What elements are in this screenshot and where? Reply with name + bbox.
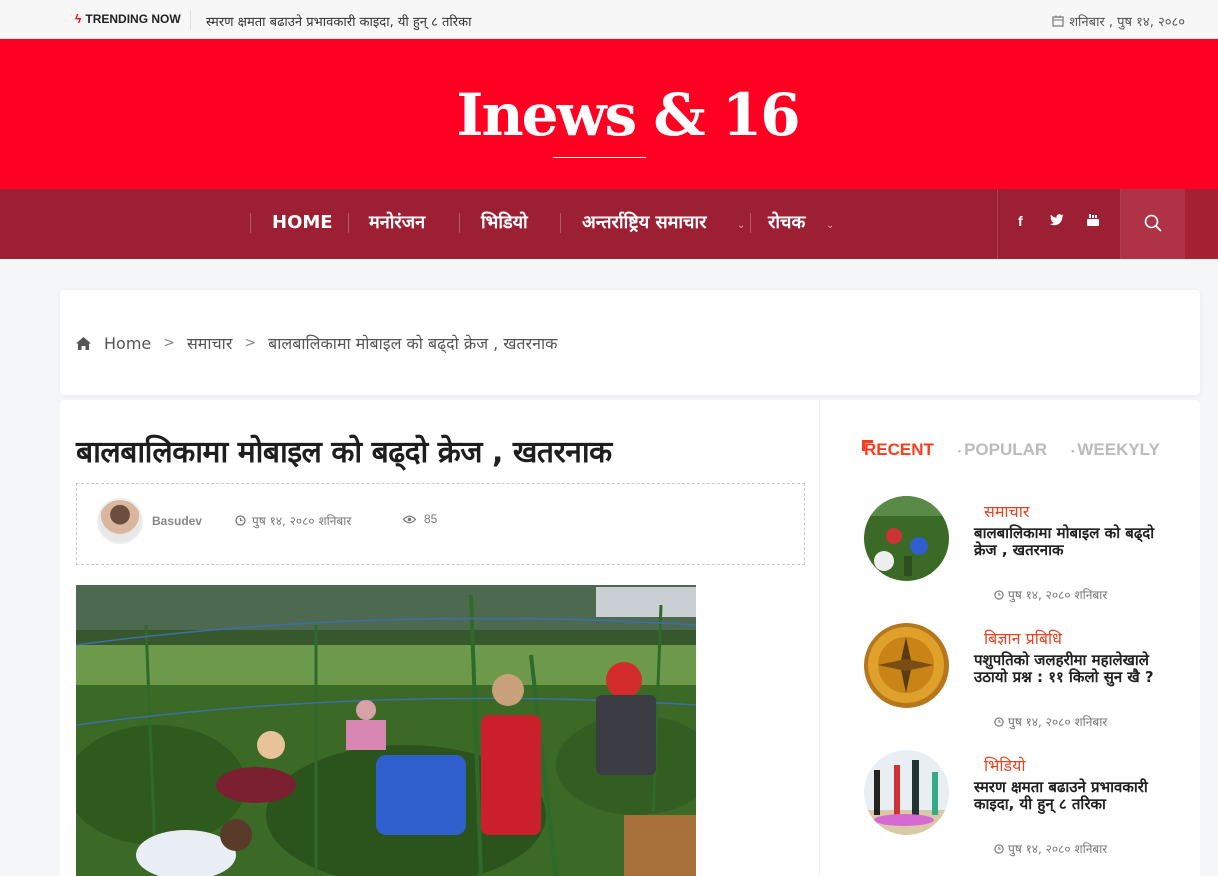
- clock-icon: [994, 589, 1004, 600]
- nav-item-entertainment[interactable]: मनोरंजन: [369, 189, 425, 259]
- search-icon: [1144, 214, 1162, 232]
- nav-divider: [750, 213, 751, 233]
- nav-item-international[interactable]: अन्तर्राष्ट्रिय समाचार: [582, 189, 707, 259]
- calendar-icon: [1052, 15, 1064, 27]
- nav-divider: [459, 213, 460, 233]
- article-title: बालबालिकामा मोबाइल को बढ्दो क्रेज , खतरन…: [76, 435, 612, 470]
- post-date: पुष १४, २०८० शनिबार: [994, 713, 1107, 730]
- nav-item-home[interactable]: HOME: [272, 189, 333, 259]
- chevron-down-icon[interactable]: ⌄: [737, 220, 745, 231]
- clock-icon: [994, 716, 1004, 727]
- twitter-icon[interactable]: [1050, 213, 1064, 229]
- post-category[interactable]: समाचार: [984, 500, 1029, 522]
- clock-icon: [994, 843, 1004, 854]
- post-title[interactable]: स्मरण क्षमता बढाउने प्रभावकारी काइदा, यी…: [974, 779, 1174, 813]
- sidebar-tabs: RECENT POPULAR WEEKYLY: [862, 440, 1160, 460]
- article-views: 85: [403, 512, 437, 526]
- post-thumbnail[interactable]: [864, 750, 949, 835]
- nav-divider: [250, 213, 251, 233]
- site-logo[interactable]: Inews & 16: [0, 81, 1218, 149]
- breadcrumb-category[interactable]: समाचार: [187, 332, 232, 354]
- social-links: f: [997, 189, 1121, 259]
- post-title[interactable]: पशुपतिको जलहरीमा महालेखाले उठायो प्रश्न …: [974, 652, 1174, 686]
- article-date: पुष १४, २०८० शनिबार: [235, 512, 351, 529]
- chevron-down-icon[interactable]: ⌄: [826, 220, 834, 231]
- post-date: पुष १४, २०८० शनिबार: [994, 840, 1107, 857]
- top-bar: ϟ TRENDING NOW स्मरण क्षमता बढाउने प्रभा…: [0, 0, 1218, 39]
- nav-divider: [560, 213, 561, 233]
- home-icon: [76, 336, 91, 350]
- author-avatar[interactable]: [97, 498, 143, 544]
- nav-item-interesting[interactable]: रोचक: [768, 189, 805, 259]
- post-thumbnail[interactable]: [864, 496, 949, 581]
- breadcrumb-card: Home > समाचार > बालबालिकामा मोबाइल को बढ…: [60, 290, 1200, 395]
- eye-icon: [403, 515, 416, 523]
- clock-icon: [235, 515, 246, 526]
- facebook-icon[interactable]: f: [1018, 213, 1023, 229]
- chevron-right-icon: >: [163, 335, 175, 351]
- column-divider: [819, 400, 820, 876]
- tab-recent[interactable]: RECENT: [862, 440, 934, 460]
- chevron-right-icon: >: [244, 335, 257, 351]
- breadcrumb: Home > समाचार > बालबालिकामा मोबाइल को बढ…: [76, 332, 557, 354]
- sidebar-post[interactable]: भिडियो स्मरण क्षमता बढाउने प्रभावकारी का…: [864, 750, 1174, 870]
- post-date: पुष १४, २०८० शनिबार: [994, 586, 1107, 603]
- article-meta: Basudev पुष १४, २०८० शनिबार 85: [76, 483, 805, 565]
- nav-edge: [1185, 189, 1218, 259]
- trending-label: ϟ TRENDING NOW: [75, 12, 181, 26]
- post-title[interactable]: बालबालिकामा मोबाइल को बढ्दो क्रेज , खतरन…: [974, 525, 1174, 559]
- search-button[interactable]: [1121, 189, 1185, 259]
- author-name[interactable]: Basudev: [152, 514, 202, 528]
- main-navigation: HOME मनोरंजन भिडियो अन्तर्राष्ट्रिय समाच…: [0, 189, 1218, 259]
- divider: [190, 10, 191, 30]
- tab-weekly[interactable]: WEEKYLY: [1071, 440, 1160, 460]
- trending-headline-link[interactable]: स्मरण क्षमता बढाउने प्रभावकारी काइदा, यी…: [206, 12, 471, 30]
- current-date: शनिबार , पुष १४, २०८०: [1052, 12, 1185, 30]
- article-hero-image: [76, 585, 696, 876]
- post-category[interactable]: बिज्ञान प्रबिधि: [984, 627, 1062, 649]
- logo-underline: [553, 157, 646, 158]
- post-category[interactable]: भिडियो: [984, 754, 1026, 776]
- nav-item-video[interactable]: भिडियो: [481, 189, 528, 259]
- breadcrumb-current: बालबालिकामा मोबाइल को बढ्दो क्रेज , खतरन…: [268, 334, 558, 353]
- tab-popular[interactable]: POPULAR: [958, 440, 1047, 460]
- bolt-icon: ϟ: [75, 12, 82, 26]
- breadcrumb-home[interactable]: Home: [104, 334, 151, 353]
- sidebar-post[interactable]: समाचार बालबालिकामा मोबाइल को बढ्दो क्रेज…: [864, 496, 1174, 616]
- youtube-icon[interactable]: [1086, 213, 1100, 230]
- site-header: Inews & 16: [0, 39, 1218, 189]
- nav-divider: [348, 213, 349, 233]
- post-thumbnail[interactable]: [864, 623, 949, 708]
- sidebar-post[interactable]: बिज्ञान प्रबिधि पशुपतिको जलहरीमा महालेखा…: [864, 623, 1174, 743]
